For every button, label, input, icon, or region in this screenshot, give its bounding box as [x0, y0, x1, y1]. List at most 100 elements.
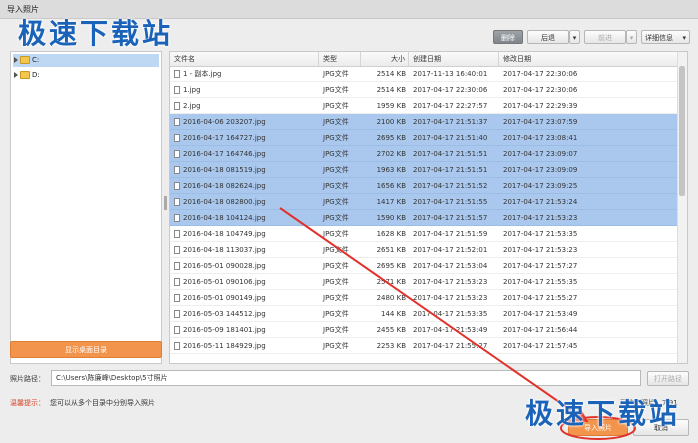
cell-size: 1628 KB: [376, 230, 406, 238]
cell-size: 2695 KB: [376, 262, 406, 270]
cell-name: 2016-05-01 090149.jpg: [170, 290, 319, 306]
table-row[interactable]: 2016-04-18 081519.jpg JPG文件 1963 KB 2017-04…: [170, 162, 679, 178]
file-icon: [174, 262, 180, 270]
file-icon: [174, 230, 180, 238]
cell-created: 2017-04-17 21:51:51: [413, 166, 488, 174]
show-desktop-button[interactable]: 显示桌面目录: [10, 341, 162, 358]
chevron-down-icon: ▾: [682, 34, 686, 42]
cell-name: 2016-05-09 181401.jpg: [170, 322, 319, 338]
table-row[interactable]: 2016-05-01 090106.jpg JPG文件 2571 KB 2017-04…: [170, 274, 679, 290]
table-row[interactable]: 2016-05-09 181401.jpg JPG文件 2455 KB 2017-04…: [170, 322, 679, 338]
file-name: 2016-05-01 090106.jpg: [183, 278, 266, 286]
table-row[interactable]: 2016-04-17 164727.jpg JPG文件 2695 KB 2017-04…: [170, 130, 679, 146]
cell-size: 144 KB: [381, 310, 406, 318]
cell-type: JPG文件: [323, 118, 349, 126]
cell-modified: 2017-04-17 22:30:06: [503, 86, 578, 94]
cell-modified: 2017-04-17 21:53:23: [503, 246, 578, 254]
cell-size: 1963 KB: [376, 166, 406, 174]
tree-item-c-drive[interactable]: C:: [13, 54, 159, 67]
file-icon: [174, 246, 180, 254]
tip-text: 您可以从多个目录中分别导入照片: [50, 399, 155, 407]
file-icon: [174, 134, 180, 142]
cell-size: 2480 KB: [376, 294, 406, 302]
cell-type: JPG文件: [323, 198, 349, 206]
cell-type: JPG文件: [323, 134, 349, 142]
file-icon: [174, 182, 180, 190]
cell-modified: 2017-04-17 21:57:45: [503, 342, 578, 350]
expand-arrow-icon[interactable]: [14, 57, 18, 63]
forward-button[interactable]: 前进: [584, 30, 626, 44]
path-field[interactable]: C:\Users\陈廉峰\Desktop\5寸照片: [51, 370, 641, 386]
cell-name: 2016-05-11 184929.jpg: [170, 338, 319, 354]
file-icon: [174, 166, 180, 174]
tip-label: 温馨提示：: [10, 399, 45, 407]
column-header-size[interactable]: 大小: [361, 52, 409, 66]
column-header-modified[interactable]: 修改日期: [499, 52, 679, 66]
table-row[interactable]: 1 - 副本.jpg JPG文件 2514 KB 2017-11-13 16:40:0…: [170, 66, 679, 82]
cell-modified: 2017-04-17 21:53:24: [503, 198, 578, 206]
table-row[interactable]: 2016-05-11 184929.jpg JPG文件 2253 KB 2017-04…: [170, 338, 679, 354]
cell-created: 2017-04-17 21:51:51: [413, 150, 488, 158]
cell-modified: 2017-04-17 21:53:49: [503, 310, 578, 318]
open-path-button[interactable]: 打开路径: [647, 371, 689, 386]
cell-created: 2017-04-17 22:30:06: [413, 86, 488, 94]
cell-modified: 2017-04-17 21:53:23: [503, 214, 578, 222]
back-dropdown-button[interactable]: ▾: [569, 30, 580, 44]
file-name: 2016-05-01 090028.jpg: [183, 262, 266, 270]
cell-size: 2514 KB: [376, 86, 406, 94]
table-row[interactable]: 2.jpg JPG文件 1959 KB 2017-04-17 22:27:57 2017…: [170, 98, 679, 114]
table-row[interactable]: 2016-04-18 082800.jpg JPG文件 1417 KB 2017-04…: [170, 194, 679, 210]
table-row[interactable]: 2016-05-01 090028.jpg JPG文件 2695 KB 2017-04…: [170, 258, 679, 274]
file-name: 2016-04-17 164727.jpg: [183, 134, 266, 142]
vertical-scrollbar[interactable]: [677, 52, 687, 363]
cell-name: 2016-04-18 082624.jpg: [170, 178, 319, 194]
table-row[interactable]: 2016-05-03 144512.jpg JPG文件 144 KB 2017-04-…: [170, 306, 679, 322]
cell-modified: 2017-04-17 22:30:06: [503, 70, 578, 78]
delete-button[interactable]: 删除: [493, 30, 523, 44]
cell-name: 1 - 副本.jpg: [170, 66, 319, 82]
column-header-type[interactable]: 类型: [319, 52, 361, 66]
cell-created: 2017-11-13 16:40:01: [413, 70, 488, 78]
table-row[interactable]: 2016-04-18 113037.jpg JPG文件 2651 KB 2017-04…: [170, 242, 679, 258]
folder-icon: [20, 56, 30, 64]
file-name: 2016-04-18 104749.jpg: [183, 230, 266, 238]
table-header: 文件名 类型 大小 创建日期 修改日期: [170, 52, 679, 67]
cell-created: 2017-04-17 21:51:55: [413, 198, 488, 206]
cell-name: 1.jpg: [170, 82, 319, 98]
forward-dropdown-button[interactable]: ▾: [626, 30, 637, 44]
file-name: 2016-04-18 104124.jpg: [183, 214, 266, 222]
cell-modified: 2017-04-17 21:56:44: [503, 326, 578, 334]
folder-tree[interactable]: C: D:: [10, 51, 162, 364]
scrollbar-thumb[interactable]: [679, 66, 685, 196]
file-name: 2016-05-01 090149.jpg: [183, 294, 266, 302]
cell-modified: 2017-04-17 21:53:35: [503, 230, 578, 238]
cell-created: 2017-04-17 21:53:04: [413, 262, 488, 270]
table-row[interactable]: 2016-04-17 164746.jpg JPG文件 2702 KB 2017-04…: [170, 146, 679, 162]
table-row[interactable]: 2016-04-06 203207.jpg JPG文件 2100 KB 2017-04…: [170, 114, 679, 130]
tree-item-d-drive[interactable]: D:: [13, 69, 40, 82]
table-row[interactable]: 2016-04-18 104124.jpg JPG文件 1590 KB 2017-04…: [170, 210, 679, 226]
column-header-created[interactable]: 创建日期: [409, 52, 499, 66]
cell-created: 2017-04-17 21:51:40: [413, 134, 488, 142]
table-row[interactable]: 1.jpg JPG文件 2514 KB 2017-04-17 22:30:06 2017…: [170, 82, 679, 98]
chevron-down-icon: ▾: [572, 34, 577, 42]
details-view-dropdown[interactable]: 详细信息 ▾: [641, 30, 690, 44]
pane-splitter[interactable]: [164, 196, 167, 210]
cell-type: JPG文件: [323, 294, 349, 302]
cell-type: JPG文件: [323, 342, 349, 350]
cell-created: 2017-04-17 21:51:59: [413, 230, 488, 238]
cell-name: 2016-04-18 104124.jpg: [170, 210, 319, 226]
file-table[interactable]: 文件名 类型 大小 创建日期 修改日期 1 - 副本.jpg JPG文件 2514 …: [169, 51, 688, 364]
cell-name: 2016-04-18 104749.jpg: [170, 226, 319, 242]
table-row[interactable]: 2016-04-18 082624.jpg JPG文件 1656 KB 2017-04…: [170, 178, 679, 194]
back-button[interactable]: 后退: [527, 30, 569, 44]
tree-item-label: C:: [32, 56, 40, 64]
file-icon: [174, 102, 180, 110]
cell-name: 2016-04-17 164727.jpg: [170, 130, 319, 146]
table-row[interactable]: 2016-04-18 104749.jpg JPG文件 1628 KB 2017-04…: [170, 226, 679, 242]
column-header-name[interactable]: 文件名: [170, 52, 319, 66]
cell-size: 2695 KB: [376, 134, 406, 142]
table-row[interactable]: 2016-05-01 090149.jpg JPG文件 2480 KB 2017-04…: [170, 290, 679, 306]
expand-arrow-icon[interactable]: [14, 72, 18, 78]
cell-name: 2016-04-18 081519.jpg: [170, 162, 319, 178]
